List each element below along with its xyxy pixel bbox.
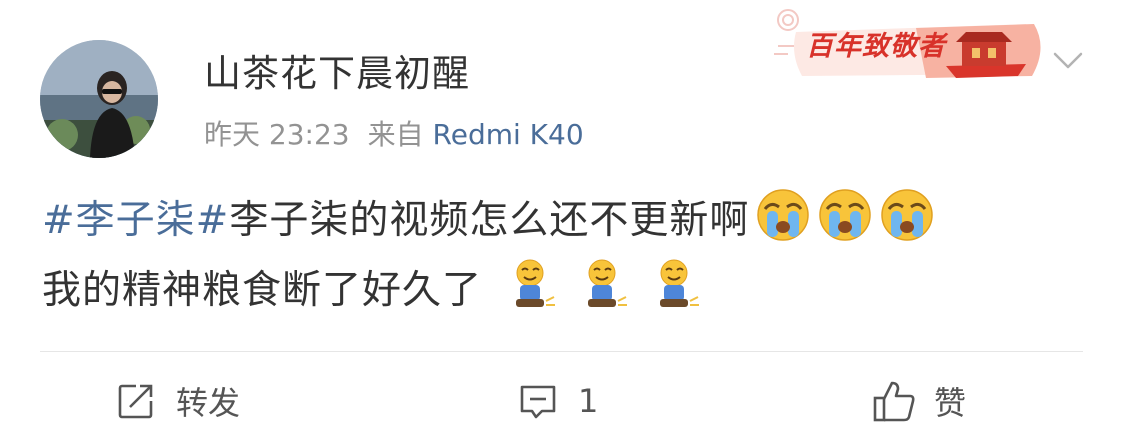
comment-count: 1: [578, 382, 599, 420]
avatar[interactable]: [40, 40, 158, 158]
post-content: #李子柒#李子柒的视频怎么还不更新啊 我的精神粮食断了好久了: [42, 186, 1082, 326]
like-label: 赞: [934, 384, 967, 422]
chevron-down-icon[interactable]: [1052, 48, 1084, 72]
sitting-smile-icon: [646, 257, 702, 313]
crying-face-icon: [755, 187, 811, 243]
thumbs-up-icon: [872, 379, 916, 423]
content-text-1: 李子柒的视频怎么还不更新啊: [229, 198, 750, 243]
sitting-smile-icon: [502, 257, 558, 313]
content-line-2: 我的精神粮食断了好久了: [42, 256, 1082, 326]
content-text-2: 我的精神粮食断了好久了: [42, 268, 483, 313]
repost-button[interactable]: 转发: [116, 376, 240, 426]
divider: [40, 351, 1083, 352]
device-link[interactable]: Redmi K40: [433, 118, 584, 151]
like-button[interactable]: 赞: [872, 376, 966, 426]
badge-text: 百年致敬者: [806, 31, 946, 62]
sitting-smile-icon: [574, 257, 630, 313]
username[interactable]: 山茶花下晨初醒: [204, 50, 470, 98]
crying-face-icon: [879, 187, 935, 243]
source-prefix: 来自: [367, 118, 424, 151]
crying-face-icon: [817, 187, 873, 243]
anniversary-badge[interactable]: 百年致敬者: [766, 6, 1046, 86]
repost-label: 转发: [176, 384, 241, 422]
share-icon: [116, 381, 156, 421]
topic-link[interactable]: #李子柒#: [42, 198, 229, 243]
post-time: 昨天 23:23: [204, 118, 350, 151]
comment-icon: [518, 381, 558, 421]
post-meta: 昨天 23:23 来自 Redmi K40: [204, 116, 584, 154]
content-line-1: #李子柒#李子柒的视频怎么还不更新啊: [42, 186, 1082, 256]
comment-button[interactable]: 1: [518, 376, 598, 426]
